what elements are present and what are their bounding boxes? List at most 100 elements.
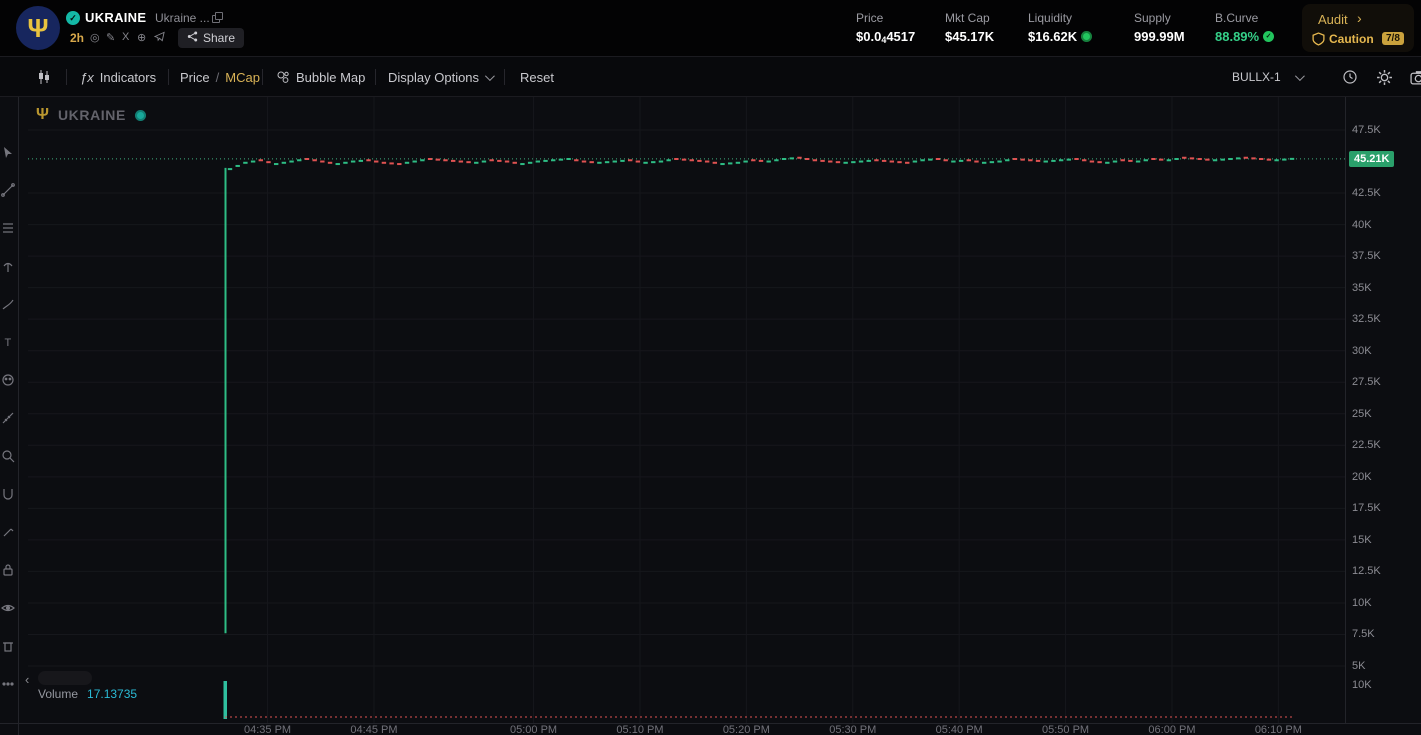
chevron-down-icon	[485, 70, 495, 81]
stat-bcurve-value: 88.89% ✓	[1215, 29, 1275, 44]
token-age: 2h	[70, 31, 85, 45]
chart-toolbar: ƒx Indicators Price / MCap Bubble Map Di…	[0, 57, 1421, 97]
y-axis-label: 7.5K	[1352, 628, 1375, 641]
volume-axis-label: 10K	[1352, 679, 1372, 691]
tool-edit-icon[interactable]	[1, 525, 17, 541]
chart-settings-button[interactable]	[1376, 57, 1393, 97]
bubble-map-label: Bubble Map	[296, 69, 366, 85]
indicators-button[interactable]: ƒx Indicators	[80, 57, 156, 97]
display-options-dropdown[interactable]: Display Options	[388, 57, 495, 97]
x-social-icon[interactable]: X	[122, 31, 129, 43]
edit-icon[interactable]: ✎	[106, 31, 115, 44]
audit-label[interactable]: Audit	[1318, 12, 1348, 27]
y-axis-label: 10K	[1352, 596, 1372, 609]
layout-selector[interactable]: BULLX-1	[1232, 57, 1305, 97]
y-axis-label: 5K	[1352, 660, 1366, 672]
pumpfun-icon[interactable]: ◎	[90, 31, 100, 44]
x-axis-label: 05:40 PM	[935, 724, 983, 735]
watermark-symbol: UKRAINE	[57, 107, 126, 123]
screenshot-button[interactable]	[1410, 57, 1421, 97]
tool-zoom-icon[interactable]	[1, 449, 17, 465]
x-axis-label: 05:30 PM	[829, 724, 877, 735]
x-axis-label: 04:35 PM	[244, 724, 292, 735]
verified-badge-icon: ✓	[66, 11, 80, 25]
tool-more-icon[interactable]	[1, 677, 17, 693]
tool-cursor-icon[interactable]	[1, 145, 17, 161]
bcurve-status-icon: ✓	[1263, 31, 1275, 42]
price-alert-button[interactable]	[1342, 57, 1358, 97]
price-mcap-toggle[interactable]: Price / MCap	[180, 57, 260, 97]
indicators-label: Indicators	[99, 69, 157, 85]
stat-bcurve-label: B.Curve	[1215, 11, 1259, 25]
mcap-toggle-label[interactable]: MCap	[225, 70, 260, 85]
price-toggle-label[interactable]: Price	[180, 70, 210, 85]
y-axis-label: 32.5K	[1352, 313, 1381, 326]
x-axis-label: 05:00 PM	[510, 724, 558, 735]
reset-button[interactable]: Reset	[520, 57, 554, 97]
fx-icon: ƒx	[80, 69, 94, 85]
y-axis-label: 37.5K	[1352, 250, 1381, 263]
tool-remove-icon[interactable]	[1, 639, 17, 655]
trident-icon: Ψ	[36, 106, 49, 123]
layout-label: BULLX-1	[1232, 70, 1281, 84]
token-symbol: UKRAINE	[85, 10, 147, 25]
tool-eye-icon[interactable]	[1, 601, 17, 617]
stat-mktcap-label: Mkt Cap	[945, 11, 990, 25]
collapsed-legend-pill[interactable]	[38, 671, 92, 685]
token-header: Ψ ✓ UKRAINE Ukraine ... 2h ◎ ✎ X ⊕ Share…	[0, 0, 1421, 57]
chart-watermark: Ψ UKRAINE	[36, 106, 146, 124]
audit-panel[interactable]: Audit › Caution 7/8	[1302, 4, 1414, 52]
volume-legend: Volume 17.13735	[38, 687, 137, 701]
tool-brush-icon[interactable]	[1, 297, 17, 313]
y-axis-label: 42.5K	[1352, 187, 1381, 200]
clock-icon	[1343, 70, 1357, 84]
y-axis-label: 27.5K	[1352, 376, 1381, 389]
trading-terminal: Ψ ✓ UKRAINE Ukraine ... 2h ◎ ✎ X ⊕ Share…	[0, 0, 1421, 735]
chevron-down-icon	[1294, 70, 1305, 81]
tool-fib-retracement-icon[interactable]	[1, 221, 17, 237]
price-chart-canvas[interactable]	[0, 0, 1421, 735]
x-axis-label: 05:20 PM	[722, 724, 770, 735]
token-logo: Ψ	[16, 6, 60, 50]
share-icon	[187, 31, 198, 45]
collapse-legend-icon[interactable]: ‹	[25, 672, 29, 687]
tool-pitchfork-icon[interactable]	[1, 259, 17, 275]
stat-liquidity-value: $16.62K	[1028, 29, 1093, 44]
share-button[interactable]: Share	[178, 28, 245, 48]
x-axis-label: 06:10 PM	[1254, 724, 1302, 735]
tool-lock-icon[interactable]	[1, 563, 17, 579]
shield-icon	[1312, 32, 1325, 51]
liquidity-status-icon	[1081, 31, 1093, 42]
migration-status-icon	[134, 109, 146, 121]
volume-label: Volume	[38, 687, 79, 701]
candlestick-icon	[39, 70, 49, 84]
tool-trend-line-icon[interactable]	[1, 183, 17, 199]
stat-supply-value: 999.99M	[1134, 29, 1185, 44]
camera-icon	[1410, 70, 1421, 85]
bubble-map-button[interactable]: Bubble Map	[276, 57, 365, 97]
trident-icon: Ψ	[27, 12, 49, 43]
telegram-icon[interactable]	[153, 31, 165, 45]
y-axis-label: 40K	[1352, 218, 1372, 231]
tool-measure-icon[interactable]	[1, 411, 17, 427]
y-axis-label: 35K	[1352, 281, 1372, 294]
gear-icon	[1377, 69, 1392, 85]
website-icon[interactable]: ⊕	[137, 31, 146, 44]
tool-magnet-icon[interactable]	[1, 487, 17, 503]
y-axis-label: 25K	[1352, 407, 1372, 420]
x-axis-label: 06:00 PM	[1148, 724, 1196, 735]
bubble-map-icon	[277, 71, 289, 83]
token-name: Ukraine ...	[155, 11, 210, 25]
x-axis-label: 05:50 PM	[1042, 724, 1090, 735]
x-axis-label: 04:45 PM	[350, 724, 398, 735]
copy-address-icon[interactable]	[212, 12, 223, 23]
y-axis-label: 12.5K	[1352, 565, 1381, 578]
tool-text-icon[interactable]: T	[1, 335, 17, 351]
candlestick-style-button[interactable]	[36, 57, 52, 97]
tool-emoji-icon[interactable]	[1, 373, 17, 389]
stat-liquidity-label: Liquidity	[1028, 11, 1073, 25]
display-options-label: Display Options	[388, 69, 480, 85]
volume-value: 17.13735	[87, 687, 138, 701]
share-label: Share	[203, 31, 236, 45]
y-axis-label: 17.5K	[1352, 502, 1381, 515]
